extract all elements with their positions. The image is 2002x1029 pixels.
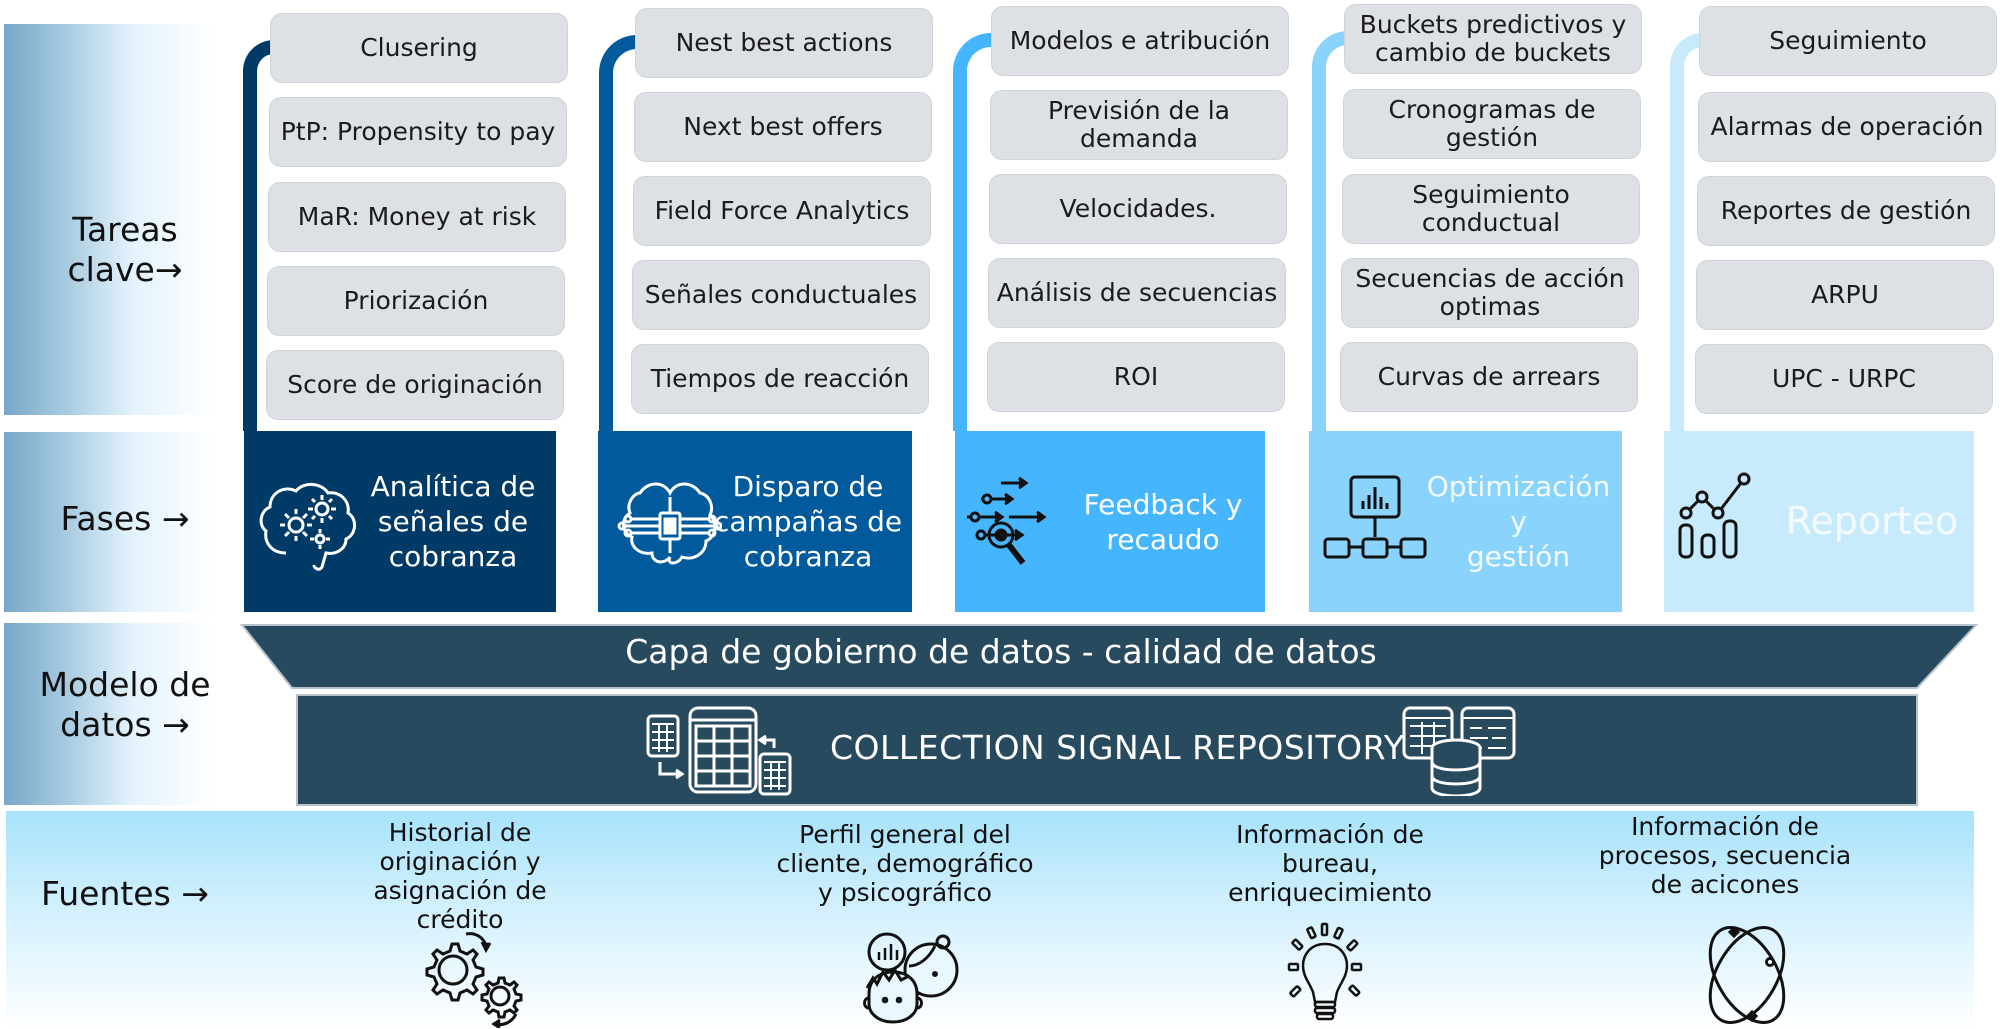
source-line: Información de bbox=[1631, 812, 1819, 841]
source-line: Historial de bbox=[388, 818, 532, 847]
source-bureau-info: Información de bureau, enriquecimiento bbox=[1190, 820, 1470, 907]
source-origination-history: Historial de originación y asignación de… bbox=[330, 818, 590, 934]
source-line: originación y bbox=[379, 847, 541, 876]
source-line: de acicones bbox=[1650, 870, 1800, 899]
row-label-sources: Fuentes → bbox=[41, 874, 209, 913]
people-profile-icon bbox=[863, 932, 959, 1024]
tables-transfer-icon bbox=[646, 706, 792, 796]
source-line: cliente, demográfico bbox=[776, 849, 1034, 878]
source-line: y psicográfico bbox=[818, 878, 992, 907]
orbit-icon bbox=[1708, 925, 1786, 1024]
repository-label: COLLECTION SIGNAL REPOSITORY bbox=[830, 728, 1405, 767]
source-line: procesos, secuencia bbox=[1598, 841, 1852, 870]
governance-label: Capa de gobierno de datos - calidad de d… bbox=[625, 632, 1377, 671]
lightbulb-icon bbox=[1287, 922, 1363, 1021]
source-line: asignación de bbox=[373, 876, 547, 905]
source-customer-profile: Perfil general del cliente, demográfico … bbox=[755, 820, 1055, 907]
source-line: Información de bbox=[1236, 820, 1424, 849]
source-line: bureau, bbox=[1282, 849, 1378, 878]
gears-cycle-icon bbox=[425, 932, 523, 1028]
source-line: Perfil general del bbox=[799, 820, 1011, 849]
source-line: enriquecimiento bbox=[1228, 878, 1432, 907]
source-process-info: Información de procesos, secuencia de ac… bbox=[1580, 812, 1870, 899]
database-tables-icon bbox=[1402, 706, 1516, 796]
